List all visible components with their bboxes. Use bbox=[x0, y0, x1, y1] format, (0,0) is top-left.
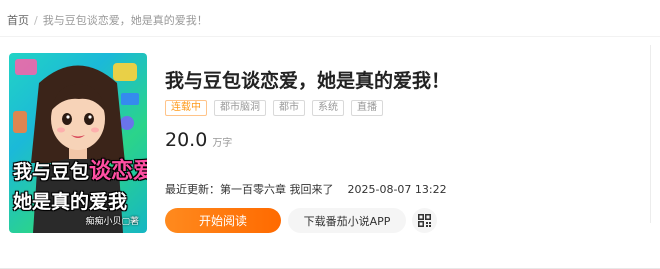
word-count-value: 20.0 bbox=[165, 129, 208, 151]
cover-title-line2: 她是真的爱我 bbox=[13, 191, 128, 213]
tag-status: 连载中 bbox=[165, 100, 207, 116]
word-count: 20.0 万字 bbox=[165, 129, 232, 151]
cover-title-line1: 我与豆包 bbox=[13, 161, 90, 183]
tag-list: 连载中 都市脑洞 都市 系统 直播 bbox=[165, 100, 383, 116]
book-title: 我与豆包谈恋爱，她是真的爱我！ bbox=[165, 70, 451, 92]
latest-update: 最近更新：第一百零六章 我回来了 2025-08-07 13:22 bbox=[165, 181, 447, 197]
latest-update-time: 2025-08-07 13:22 bbox=[347, 183, 447, 196]
download-app-button[interactable]: 下载番茄小说APP bbox=[288, 208, 406, 233]
header-divider bbox=[0, 36, 660, 37]
qr-code-icon bbox=[418, 214, 431, 227]
tag-item[interactable]: 都市脑洞 bbox=[214, 100, 266, 116]
cover-title-accent: 谈恋爱 bbox=[89, 158, 147, 184]
latest-chapter-link[interactable]: 第一百零六章 我回来了 bbox=[220, 183, 334, 196]
cover-title-art: 我与豆包谈恋爱 她是真的爱我 bbox=[13, 156, 147, 217]
breadcrumb: 首页 / 我与豆包谈恋爱，她是真的爱我！ bbox=[7, 12, 208, 28]
word-count-unit: 万字 bbox=[212, 138, 233, 149]
panel-edge bbox=[650, 45, 651, 223]
breadcrumb-current: 我与豆包谈恋爱，她是真的爱我！ bbox=[42, 14, 208, 27]
tag-item[interactable]: 都市 bbox=[273, 100, 305, 116]
breadcrumb-separator: / bbox=[34, 14, 38, 27]
start-reading-button[interactable]: 开始阅读 bbox=[165, 208, 281, 233]
tag-item[interactable]: 系统 bbox=[312, 100, 344, 116]
latest-update-label: 最近更新： bbox=[165, 183, 220, 196]
breadcrumb-home-link[interactable]: 首页 bbox=[7, 14, 29, 27]
qr-code-button[interactable] bbox=[412, 208, 437, 233]
cover-author-signature: 痴痴小贝▢著 bbox=[85, 217, 139, 227]
tag-item[interactable]: 直播 bbox=[351, 100, 383, 116]
book-cover[interactable]: 我与豆包谈恋爱 她是真的爱我 痴痴小贝▢著 bbox=[9, 53, 147, 233]
